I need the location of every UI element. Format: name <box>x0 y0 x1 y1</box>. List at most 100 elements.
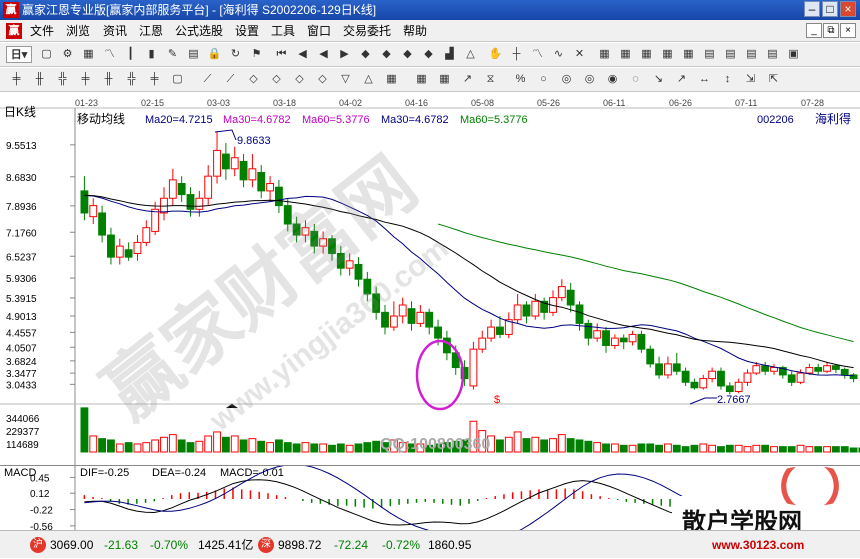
cal3-icon[interactable]: ▦ <box>638 46 655 63</box>
step-icon[interactable]: ▟ <box>441 46 458 63</box>
hand-icon[interactable]: ✋ <box>487 46 504 63</box>
sq-icon[interactable]: ▢ <box>169 71 186 88</box>
flag-icon[interactable]: ⚑ <box>248 46 265 63</box>
tilde-icon[interactable]: ∿ <box>550 46 567 63</box>
circle4-icon[interactable]: ◉ <box>604 71 621 88</box>
volume-bar <box>115 443 124 453</box>
gann3-icon[interactable]: ◇ <box>245 71 262 88</box>
diamond4-icon[interactable]: ◆ <box>420 46 437 63</box>
menu-file[interactable]: 文件 <box>30 20 54 42</box>
candle1-icon[interactable]: ╪ <box>8 71 25 88</box>
triangle-icon[interactable]: △ <box>462 46 479 63</box>
arrow1-icon[interactable]: ↘ <box>650 71 667 88</box>
circle2-icon[interactable]: ◎ <box>558 71 575 88</box>
candle <box>124 249 133 258</box>
gann6-icon[interactable]: ◇ <box>314 71 331 88</box>
close-button[interactable]: × <box>840 1 856 17</box>
menu-tools[interactable]: 工具 <box>271 20 295 42</box>
zigzag-icon[interactable]: 〽 <box>529 46 546 63</box>
cal4-icon[interactable]: ▦ <box>659 46 676 63</box>
back-icon[interactable]: ◀ <box>315 46 332 63</box>
gann4-icon[interactable]: ◇ <box>268 71 285 88</box>
forward-icon[interactable]: ▶ <box>336 46 353 63</box>
grid-icon[interactable]: ▦ <box>80 46 97 63</box>
kline-chart[interactable]: 日K线 移动均线 Ma20=4.7215 Ma30=4.6782 Ma60=5.… <box>0 92 860 465</box>
diamond2-icon[interactable]: ◆ <box>378 46 395 63</box>
indicator-label: 移动均线 <box>77 112 125 126</box>
arrow4-icon[interactable]: ↕ <box>719 71 736 88</box>
child-minimize-button[interactable]: _ <box>806 23 822 38</box>
gann5-icon[interactable]: ◇ <box>291 71 308 88</box>
maximize-button[interactable]: □ <box>822 1 838 17</box>
period-select[interactable]: 日▾ <box>6 46 32 63</box>
menu-window[interactable]: 窗口 <box>307 20 331 42</box>
lock-icon[interactable]: 🔒 <box>206 46 223 63</box>
kline-chart-pane[interactable]: 日K线 移动均线 Ma20=4.7215 Ma30=4.6782 Ma60=5.… <box>0 92 860 465</box>
grid2-icon[interactable]: ▦ <box>383 71 400 88</box>
candle2-icon[interactable]: ╫ <box>31 71 48 88</box>
volume-bar <box>840 446 849 453</box>
volume-bar <box>796 444 805 453</box>
menu-browse[interactable]: 浏览 <box>66 20 90 42</box>
bar-chart-icon[interactable]: ▮ <box>143 46 160 63</box>
child-close-button[interactable]: × <box>840 23 856 38</box>
sh-index-change: -21.63 <box>104 538 139 552</box>
gann7-icon[interactable]: ▽ <box>337 71 354 88</box>
circle1-icon[interactable]: ○ <box>535 71 552 88</box>
gann8-icon[interactable]: △ <box>360 71 377 88</box>
window-icon[interactable]: ▢ <box>38 46 55 63</box>
menu-formula[interactable]: 公式选股 <box>175 20 223 42</box>
arrow2-icon[interactable]: ↗ <box>673 71 690 88</box>
chart1-icon[interactable]: ↗ <box>459 71 476 88</box>
date-tick: 05-26 <box>537 98 560 108</box>
arrow3-icon[interactable]: ↔ <box>696 71 713 88</box>
candle <box>425 311 434 328</box>
gann2-icon[interactable]: ⟋ <box>222 71 239 88</box>
arrow5-icon[interactable]: ⇲ <box>742 71 759 88</box>
first-icon[interactable]: ⏮ <box>273 46 290 63</box>
candle-chart-icon[interactable]: ┃ <box>122 46 139 63</box>
pct-icon[interactable]: % <box>512 71 529 88</box>
disk-icon[interactable]: ▣ <box>785 46 802 63</box>
line-chart-icon[interactable]: 〽 <box>101 46 118 63</box>
page3-icon[interactable]: ▤ <box>722 46 739 63</box>
chart2-icon[interactable]: ⧖ <box>482 71 499 88</box>
cal5-icon[interactable]: ▦ <box>680 46 697 63</box>
rotate-icon[interactable]: ↻ <box>227 46 244 63</box>
diamond3-icon[interactable]: ◆ <box>399 46 416 63</box>
cal2-icon[interactable]: ▦ <box>617 46 634 63</box>
price-tick: 4.0507 <box>6 343 37 354</box>
menu-settings[interactable]: 设置 <box>235 20 259 42</box>
candle4-icon[interactable]: ╪ <box>77 71 94 88</box>
volume-bar <box>292 443 301 453</box>
candle <box>398 304 407 317</box>
candle <box>389 315 398 328</box>
candle3-icon[interactable]: ╬ <box>54 71 71 88</box>
calendar-icon[interactable]: ▦ <box>596 46 613 63</box>
menu-help[interactable]: 帮助 <box>403 20 427 42</box>
spiral-icon[interactable]: ◌ <box>627 71 644 88</box>
menu-trade[interactable]: 交易委托 <box>343 20 391 42</box>
child-restore-button[interactable]: ⧉ <box>823 23 839 38</box>
arrow6-icon[interactable]: ⇱ <box>765 71 782 88</box>
pencil-icon[interactable]: ✎ <box>164 46 181 63</box>
prev-icon[interactable]: ◀ <box>294 46 311 63</box>
menu-gann[interactable]: 江恩 <box>139 20 163 42</box>
candle7-icon[interactable]: ╪ <box>146 71 163 88</box>
page5-icon[interactable]: ▤ <box>764 46 781 63</box>
page4-icon[interactable]: ▤ <box>743 46 760 63</box>
candle6-icon[interactable]: ╬ <box>123 71 140 88</box>
page-icon[interactable]: ▤ <box>185 46 202 63</box>
menu-info[interactable]: 资讯 <box>103 20 127 42</box>
grid3-icon[interactable]: ▦ <box>413 71 430 88</box>
grid4-icon[interactable]: ▦ <box>436 71 453 88</box>
crosshair-icon[interactable]: ┼ <box>508 46 525 63</box>
circle3-icon[interactable]: ◎ <box>581 71 598 88</box>
page2-icon[interactable]: ▤ <box>701 46 718 63</box>
candle5-icon[interactable]: ╫ <box>100 71 117 88</box>
diamond1-icon[interactable]: ◆ <box>357 46 374 63</box>
gear-icon[interactable]: ⚙ <box>59 46 76 63</box>
gann1-icon[interactable]: ⟋ <box>199 71 216 88</box>
minimize-button[interactable]: – <box>804 1 820 17</box>
cross-icon[interactable]: ✕ <box>571 46 588 63</box>
